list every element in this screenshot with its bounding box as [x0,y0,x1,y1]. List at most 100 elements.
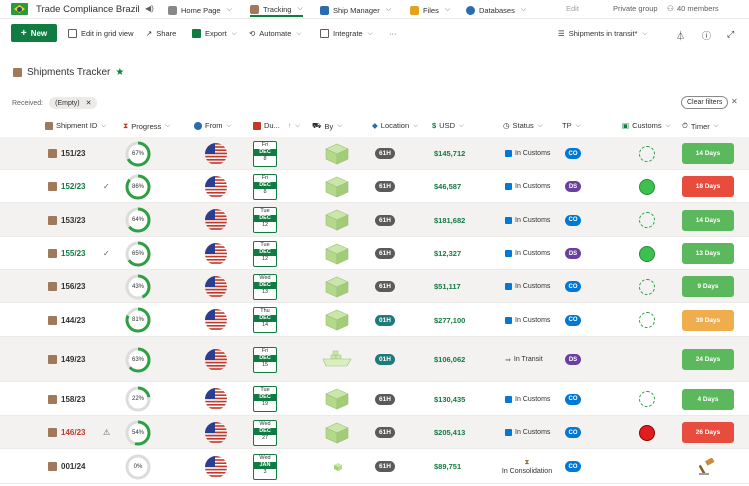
nav-tracking[interactable]: Tracking ⌵ [250,3,303,17]
close-icon[interactable]: ✕ [731,97,738,106]
due-weekday: Fri [261,174,269,181]
location-badge[interactable]: 61H [375,248,395,259]
location-badge[interactable]: 61H [375,148,395,159]
shipment-id-cell[interactable]: 146/23 [48,427,85,439]
shipment-id-cell[interactable]: 149/23 [48,354,85,366]
col-header-by[interactable]: ⛟ By ⌵ [312,121,342,131]
shipment-id[interactable]: 156/23 [61,282,85,291]
table-row[interactable]: 153/23 64% Tue DEC 12 61H $181,682 In Customs CO… [0,203,749,237]
shipment-id[interactable]: 149/23 [61,355,85,364]
progress-label: 86% [131,183,144,190]
usd-value: $205,413 [434,428,466,437]
tp-badge[interactable]: DS [565,248,581,259]
col-header-status[interactable]: ◷ Status ⌵ [503,121,543,130]
clear-filters-button[interactable]: Clear filters [681,96,729,109]
favorite-star-icon[interactable]: ★ [115,67,124,78]
filter-pill[interactable]: (Empty) ✕ [49,97,98,109]
export-button[interactable]: Export ⌵ [192,29,237,38]
hourglass-icon: ⧗ [123,121,129,130]
shipment-id[interactable]: 155/23 [61,249,85,258]
due-day: 12 [261,222,269,228]
col-header-shipment-id[interactable]: Shipment ID ⌵ [45,121,106,130]
table-row[interactable]: 152/23 ✓ 86% Fri DEC 8 61H $46,587 In Customs DS 1… [0,170,749,203]
table-row[interactable]: 001/24 0% Wed JAN 3 61H $89,751 ⧗ In Consolidati… [0,449,749,484]
members-count[interactable]: 40 members [677,4,719,13]
site-title[interactable]: Trade Compliance Brazil [36,4,140,15]
location-badge[interactable]: 01H [375,314,395,326]
location-badge[interactable]: 61H [375,214,395,226]
col-header-usd[interactable]: $ USD ⌵ [432,121,464,130]
expand-icon[interactable]: ⤢ [727,29,734,40]
table-row[interactable]: 156/23 43% Wed DEC 13 61H $51,117 In Customs CO 9… [0,270,749,303]
nav-home-page[interactable]: Home Page ⌵ [168,3,232,17]
tp-badge[interactable]: CO [565,314,581,326]
tp-badge[interactable]: CO [565,461,581,472]
table-row[interactable]: 155/23 ✓ 65% Tue DEC 12 61H $12,327 In Customs DS… [0,237,749,270]
location-badge[interactable]: 61H [375,181,395,192]
share-label: Share [156,29,177,38]
shipment-id[interactable]: 144/23 [61,316,85,325]
location-badge[interactable]: 61H [375,393,395,405]
tp-badge[interactable]: DS [565,181,581,192]
tp-badge[interactable]: DS [565,354,581,365]
location-badge[interactable]: 01H [375,354,395,365]
box-icon [250,4,259,14]
info-icon[interactable]: ⓘ [702,29,711,42]
shipment-id-cell[interactable]: 158/23 [48,393,85,405]
close-icon[interactable]: ✕ [86,100,92,107]
col-header-location[interactable]: ◆ Location ⌵ [372,121,418,130]
shipment-id-cell[interactable]: 001/24 [48,461,85,473]
progress-donut: 43% [124,273,152,301]
table-row[interactable]: 149/23 63% Fri DEC 15 01H $106,062 ⇒ In Transit D… [0,337,749,382]
shipment-id[interactable]: 001/24 [61,462,85,471]
status-text: In Customs [515,283,551,290]
status-cell: In Customs [505,315,550,325]
nav-databases[interactable]: Databases ⌵ [466,3,526,17]
shipment-id-cell[interactable]: 156/23 [48,281,85,293]
filter-icon[interactable]: ⏃ [676,29,685,42]
shipment-id[interactable]: 153/23 [61,216,85,225]
customs-cleared-dot-icon [639,178,655,195]
col-header-timer[interactable]: ⏱ Timer ⌵ [682,121,719,131]
shipment-id[interactable]: 146/23 [61,428,85,437]
tp-badge[interactable]: CO [565,214,581,226]
box-icon [48,149,57,158]
nav-edit[interactable]: Edit [566,4,579,13]
shipment-id-cell[interactable]: 151/23 [48,148,85,160]
nav-ship-manager[interactable]: Ship Manager ⌵ [320,3,391,17]
shipment-id-cell[interactable]: 144/23 [48,314,85,326]
shipment-id-cell[interactable]: 153/23 [48,214,85,226]
table-row[interactable]: 146/23 ⚠ 54% Wed DEC 27 61H $205,413 In Customs C… [0,416,749,449]
box-icon [48,182,57,191]
integrate-button[interactable]: Integrate ⌵ [320,29,373,38]
status-cell: In Customs [505,428,550,438]
nav-files[interactable]: Files ⌵ [410,3,450,17]
col-header-progress[interactable]: ⧗ Progress ⌵ [123,121,170,131]
col-header-from[interactable]: From ⌵ [194,121,231,130]
shipment-id[interactable]: 158/23 [61,395,85,404]
shipment-id[interactable]: 151/23 [61,149,85,158]
more-button[interactable]: ··· [389,29,397,38]
new-button[interactable]: + New [11,24,57,42]
tp-badge[interactable]: CO [565,148,581,159]
shipment-id[interactable]: 152/23 [61,182,85,191]
location-badge[interactable]: 61H [375,281,395,292]
tp-badge[interactable]: CO [565,281,581,292]
col-header-tp[interactable]: TP ⌵ [562,121,581,130]
edit-grid-button[interactable]: Edit in grid view [68,29,134,38]
shipment-id-cell[interactable]: 152/23 [48,181,85,193]
automate-button[interactable]: ⟲ Automate ⌵ [249,29,301,38]
tp-badge[interactable]: CO [565,427,581,438]
share-button[interactable]: ↗ Share [146,29,176,38]
location-badge[interactable]: 61H [375,461,395,472]
dollar-icon: $ [432,121,437,130]
col-header-due[interactable]: Du... ↑ ⌵ [253,121,300,130]
table-row[interactable]: 151/23 67% Fri DEC 8 61H $145,712 In Customs CO 1… [0,137,749,170]
tp-badge[interactable]: CO [565,393,581,405]
table-row[interactable]: 158/23 22% Tue DEC 19 61H $130,435 In Customs CO… [0,382,749,416]
location-badge[interactable]: 61H [375,427,395,438]
shipment-id-cell[interactable]: 155/23 [48,248,85,260]
view-selector[interactable]: ☰ Shipments in transit* ⌵ [558,29,647,38]
col-header-customs[interactable]: ▣ Customs ⌵ [622,121,671,130]
table-row[interactable]: 144/23 81% Thu DEC 14 01H $277,100 In Customs CO… [0,303,749,337]
